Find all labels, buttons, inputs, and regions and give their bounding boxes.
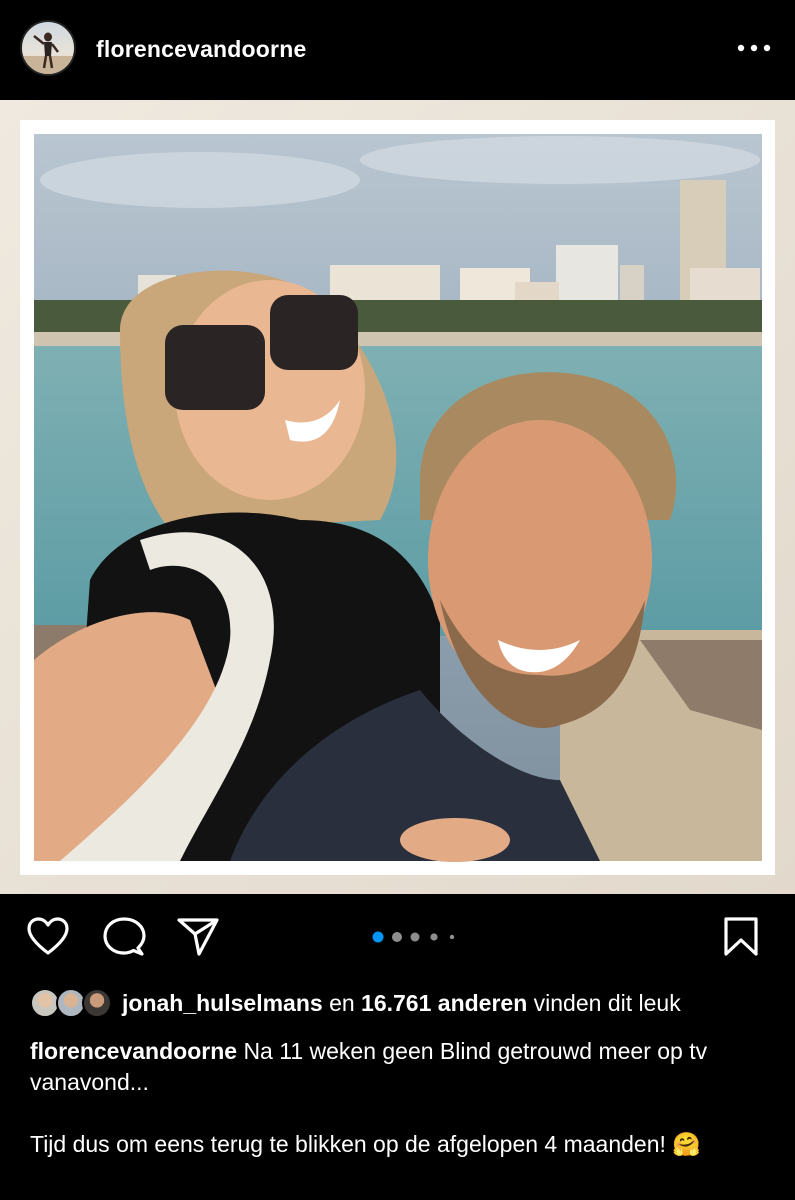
post-photo (0, 100, 795, 894)
send-icon[interactable] (176, 916, 220, 958)
caption-line-2: Tijd dus om eens terug te blikken op de … (30, 1131, 701, 1157)
likes-row: jonah_hulselmans en 16.761 anderen vinde… (30, 986, 790, 1022)
post-header: florencevandoorne (0, 0, 795, 100)
avatar (82, 988, 112, 1018)
carousel-dot (430, 933, 438, 941)
caption-username[interactable]: florencevandoorne (30, 1038, 237, 1064)
likes-connector: en (329, 990, 355, 1016)
carousel-dot-active (372, 931, 384, 943)
likes-suffix: vinden dit leuk (533, 990, 681, 1016)
post-username[interactable]: florencevandoorne (96, 36, 306, 63)
carousel-indicator (372, 931, 455, 943)
carousel-dot (392, 932, 402, 942)
avatar-photo (22, 32, 74, 74)
bookmark-icon[interactable] (722, 916, 760, 958)
more-horizontal-icon[interactable] (734, 38, 774, 58)
liker-avatars[interactable] (30, 986, 114, 1022)
likes-count[interactable]: 16.761 anderen (361, 990, 527, 1016)
carousel-dot (449, 934, 455, 940)
avatar[interactable] (20, 20, 76, 76)
post-caption: florencevandoorne Na 11 weken geen Blind… (30, 1036, 775, 1160)
post-image[interactable] (0, 100, 795, 894)
likes-text[interactable]: jonah_hulselmans en 16.761 anderen vinde… (122, 990, 681, 1017)
liker-username[interactable]: jonah_hulselmans (122, 990, 323, 1016)
comment-icon[interactable] (102, 916, 146, 958)
heart-icon[interactable] (26, 916, 70, 956)
carousel-dot (410, 932, 420, 942)
